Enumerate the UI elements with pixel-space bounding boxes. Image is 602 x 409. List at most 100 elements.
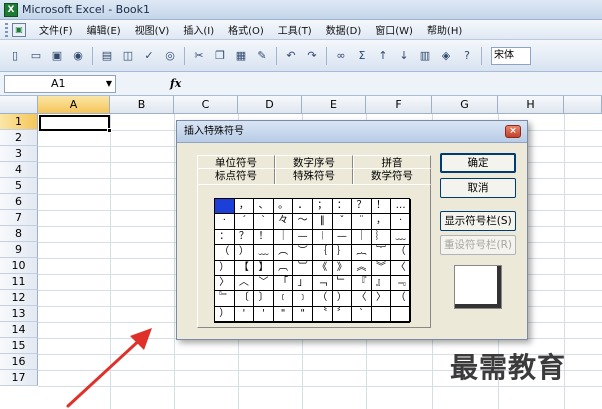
row-header[interactable]: 11	[0, 274, 38, 290]
select-all-corner[interactable]	[0, 96, 38, 114]
symbol-cell[interactable]: （	[215, 245, 235, 261]
symbol-cell[interactable]: '	[234, 306, 255, 323]
symbol-cell[interactable]	[371, 306, 392, 323]
menu-view[interactable]: 视图(V)	[128, 22, 177, 37]
symbol-cell[interactable]: "	[293, 306, 313, 323]
symbol-cell[interactable]: ˋ	[352, 306, 372, 323]
row-header[interactable]: 13	[0, 306, 38, 322]
column-header[interactable]: F	[366, 96, 432, 114]
symbol-cell[interactable]: ，	[234, 199, 255, 215]
tab-punctuation[interactable]: 标点符号	[197, 168, 275, 184]
symbol-grid[interactable]: ，、。．；：？！… · ˊ ˋ 々～ ‖ ˇ ¨， ·：？！｜ — ︱ — ｜ ︴ ﹏ （） ﹏ ︵ ︶ ｛｝ ︷ ︸ （）…	[214, 198, 411, 324]
column-header[interactable]: G	[432, 96, 498, 114]
symbol-cell[interactable]: …	[391, 199, 411, 215]
symbol-cell[interactable]: 】	[254, 260, 274, 276]
row-header[interactable]: 6	[0, 194, 38, 210]
symbol-cell[interactable]: ·	[215, 214, 235, 230]
chevron-down-icon[interactable]: ▼	[106, 76, 112, 92]
fx-icon[interactable]: fx	[170, 77, 181, 90]
symbol-cell[interactable]: 〉	[215, 275, 235, 292]
symbol-cell[interactable]: —	[293, 229, 313, 246]
symbol-cell[interactable]: ？	[352, 199, 372, 215]
symbol-cell[interactable]: 【	[234, 260, 255, 276]
symbol-cell[interactable]: ﹄	[215, 291, 235, 307]
symbol-cell[interactable]: ｜	[352, 229, 372, 246]
symbol-cell[interactable]: 〕	[254, 291, 274, 307]
symbol-cell[interactable]: ︸	[371, 245, 392, 261]
symbol-cell[interactable]: ﹏	[391, 229, 411, 246]
symbol-cell[interactable]: ﹂	[332, 275, 353, 292]
column-header[interactable]: D	[238, 96, 302, 114]
symbol-cell[interactable]: 〈	[391, 260, 411, 276]
redo-icon[interactable]: ↷	[303, 47, 321, 65]
symbol-cell[interactable]: ｛	[312, 245, 333, 261]
symbol-cell[interactable]: "	[273, 306, 294, 323]
symbol-cell[interactable]: ˊ	[234, 214, 255, 230]
symbol-cell[interactable]: ︱	[312, 229, 333, 246]
column-header[interactable]: H	[498, 96, 564, 114]
symbol-cell[interactable]: 、	[254, 199, 274, 215]
symbol-cell[interactable]: ﹁	[312, 275, 333, 292]
symbol-cell[interactable]: ？	[234, 229, 255, 246]
symbol-cell[interactable]: 』	[371, 275, 392, 292]
symbol-cell[interactable]: ！	[254, 229, 274, 246]
paste-icon[interactable]: ▦	[232, 47, 250, 65]
menu-data[interactable]: 数据(D)	[319, 22, 369, 37]
save-icon[interactable]: ▣	[48, 47, 66, 65]
symbol-cell[interactable]: ；	[312, 199, 333, 215]
symbol-cell[interactable]: ˇ	[332, 214, 353, 230]
symbol-cell[interactable]: ¨	[352, 214, 372, 230]
sort-descending-icon[interactable]: ↓	[395, 47, 413, 65]
format-painter-icon[interactable]: ✎	[253, 47, 271, 65]
symbol-cell[interactable]: ～	[293, 214, 313, 230]
row-header[interactable]: 2	[0, 130, 38, 146]
menu-window[interactable]: 窗口(W)	[368, 22, 420, 37]
column-header[interactable]: C	[174, 96, 238, 114]
symbol-cell[interactable]: 〝	[312, 306, 333, 323]
symbol-cell[interactable]: 々	[273, 214, 294, 230]
print-preview-icon[interactable]: ◫	[119, 47, 137, 65]
symbol-cell[interactable]: ！	[371, 199, 392, 215]
active-cell-a1[interactable]	[39, 115, 110, 131]
chart-wizard-icon[interactable]: ▥	[416, 47, 434, 65]
symbol-cell[interactable]: 〔	[234, 291, 255, 307]
symbol-cell[interactable]: ︵	[273, 245, 294, 261]
symbol-cell[interactable]: ）	[215, 306, 235, 323]
autosum-icon[interactable]: Σ	[353, 47, 371, 65]
row-header[interactable]: 1	[0, 114, 38, 130]
symbol-cell[interactable]: 《	[312, 260, 333, 276]
menu-format[interactable]: 格式(O)	[221, 22, 271, 37]
close-icon[interactable]: ×	[505, 125, 521, 138]
new-icon[interactable]: ▯	[6, 47, 24, 65]
tab-special-symbols[interactable]: 特殊符号	[275, 168, 353, 184]
toolbar-grip[interactable]	[5, 22, 8, 37]
symbol-cell[interactable]: 『	[352, 275, 372, 292]
fill-handle[interactable]	[107, 128, 112, 133]
open-folder-icon[interactable]: ▭	[27, 47, 45, 65]
symbol-cell[interactable]: ﹝	[273, 291, 294, 307]
workbook-icon[interactable]: ▣	[12, 22, 26, 37]
symbol-cell[interactable]: ﹀	[254, 275, 274, 292]
symbol-cell[interactable]: ．	[293, 199, 313, 215]
menu-file[interactable]: 文件(F)	[32, 22, 80, 37]
tab-math-symbols[interactable]: 数学符号	[353, 168, 431, 184]
symbol-cell[interactable]: —	[332, 229, 353, 246]
symbol-cell[interactable]: ·	[391, 214, 411, 230]
row-header[interactable]: 7	[0, 210, 38, 226]
column-header[interactable]: E	[302, 96, 366, 114]
symbol-cell[interactable]: ︴	[371, 229, 392, 246]
symbol-cell[interactable]: 。	[273, 199, 294, 215]
symbol-cell[interactable]	[391, 306, 411, 323]
spelling-icon[interactable]: ✓	[140, 47, 158, 65]
copy-icon[interactable]: ❐	[211, 47, 229, 65]
symbol-cell[interactable]: ﹞	[293, 291, 313, 307]
hyperlink-icon[interactable]: ∞	[332, 47, 350, 65]
tab-number-symbols[interactable]: 数字序号	[275, 155, 353, 169]
menu-insert[interactable]: 插入(I)	[176, 22, 221, 37]
column-header[interactable]: A	[38, 96, 110, 114]
symbol-cell[interactable]: （	[391, 245, 411, 261]
drawing-icon[interactable]: ◈	[437, 47, 455, 65]
font-name-box[interactable]: 宋体	[491, 46, 531, 65]
menu-help[interactable]: 帮助(H)	[420, 22, 469, 37]
symbol-cell[interactable]	[215, 199, 235, 215]
